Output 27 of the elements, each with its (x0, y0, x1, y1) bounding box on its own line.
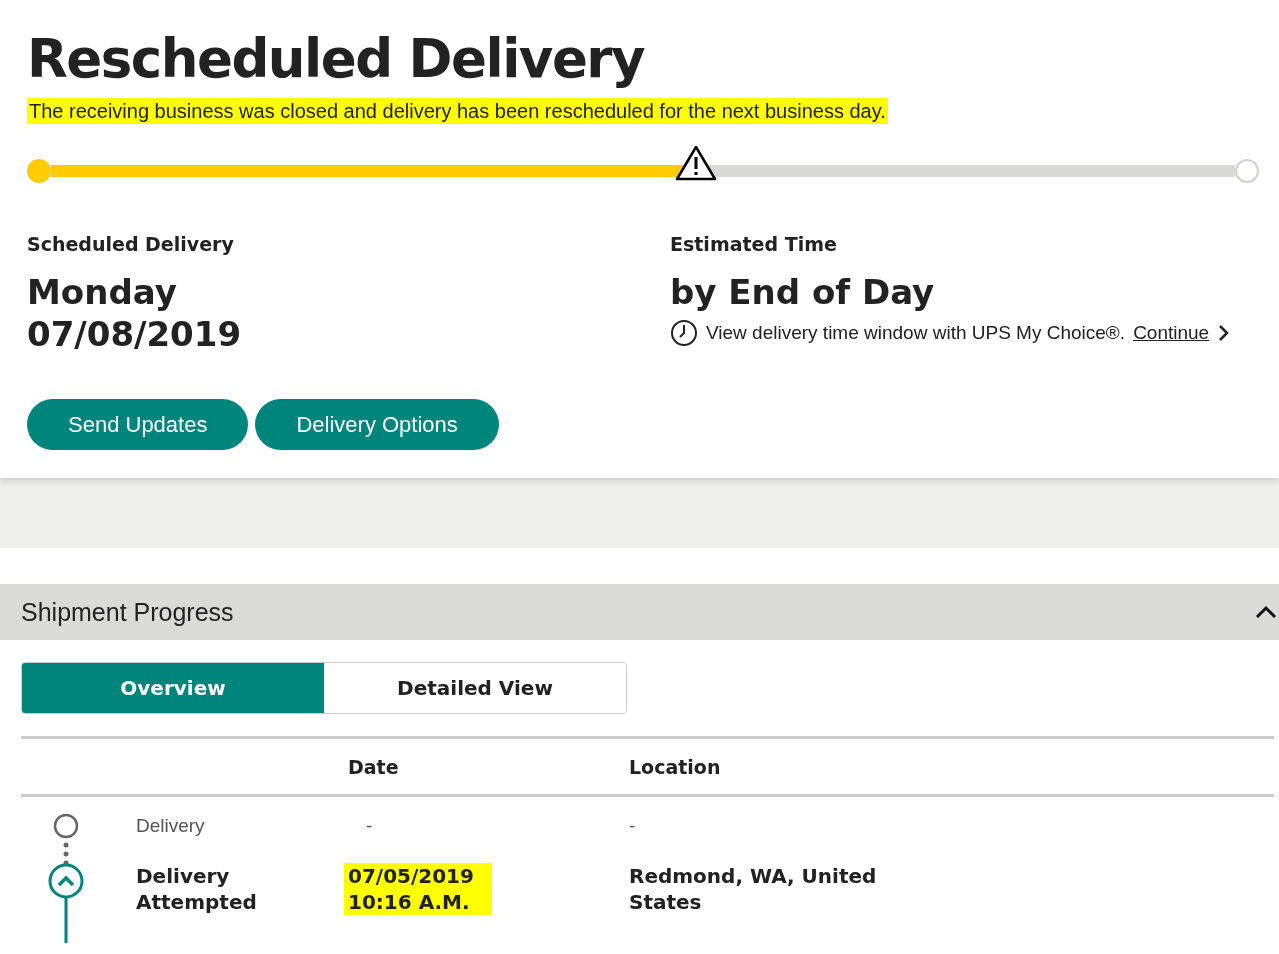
pending-step-icon (52, 813, 80, 866)
date-cell: 07/05/2019 10:16 A.M. (344, 863, 492, 916)
section-header[interactable]: Shipment Progress (0, 584, 1279, 641)
location-cell-text: Redmond, WA, United States (629, 863, 878, 916)
clock-icon (670, 319, 698, 348)
estimated-time: by End of Day (670, 271, 936, 314)
date-cell-text: - (365, 815, 374, 838)
activity-cell-text: Delivery Attempted (136, 863, 258, 916)
column-header: Location (629, 755, 722, 778)
scheduled-day: Monday (27, 271, 670, 314)
location-cell-text: - (629, 814, 637, 838)
view-tab[interactable]: Overview (22, 663, 324, 714)
my-choice-note: View delivery time window with UPS My Choice®. (706, 322, 1126, 345)
scheduled-label: Scheduled Delivery (27, 233, 235, 256)
status-title: Rescheduled Delivery (27, 30, 646, 89)
status-message: The receiving business was closed and delivery has been rescheduled for the next business day. (27, 98, 888, 125)
activity-cell-text: Delivery (136, 814, 206, 838)
send-updates-button[interactable]: Send Updates (27, 399, 249, 451)
section-title: Shipment Progress (21, 597, 234, 627)
continue-link[interactable]: Continue (1133, 322, 1210, 345)
column-header: Date (348, 755, 400, 778)
start-dot (27, 159, 51, 184)
estimated-label: Estimated Time (670, 233, 838, 256)
chevron-right-icon (1217, 324, 1230, 343)
delivery-options-button[interactable]: Delivery Options (255, 399, 499, 451)
current-step-icon (47, 863, 85, 944)
scheduled-date: 07/08/2019 (27, 313, 243, 356)
